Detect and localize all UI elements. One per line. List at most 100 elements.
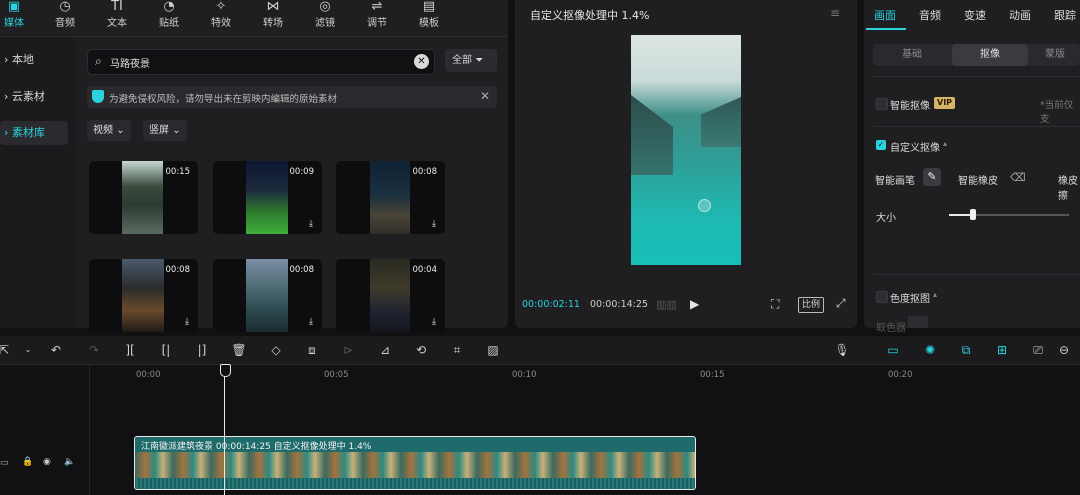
expand-icon[interactable]: ⤢ — [836, 296, 846, 311]
reverse-icon[interactable]: ⊳ — [340, 342, 356, 358]
size-slider-handle[interactable] — [970, 209, 976, 220]
download-icon[interactable]: ⤓ — [309, 219, 313, 229]
orientation-dropdown[interactable]: 竖屏 ⌄ — [143, 120, 187, 141]
tab-filter[interactable]: ◎ 滤镜 — [303, 0, 347, 36]
collapse-icon[interactable]: ▴ — [943, 139, 947, 148]
smart-cutout-hint: *当前仅支 — [1040, 100, 1074, 125]
side-nav-local[interactable]: › 本地 — [0, 48, 68, 72]
tab-text[interactable]: TI 文本 — [95, 0, 139, 36]
vip-badge: VIP — [934, 97, 956, 109]
tab-tracking[interactable]: 跟踪 — [1054, 7, 1076, 23]
playhead[interactable] — [224, 365, 225, 495]
tab-adjust[interactable]: ⇌ 调节 — [355, 0, 399, 36]
screen-icon[interactable]: ⎚ — [1030, 342, 1046, 358]
side-nav-cloud[interactable]: › 云素材 — [0, 85, 68, 109]
current-timecode: 00:00:02:11 — [522, 299, 580, 310]
download-icon[interactable]: ⤓ — [185, 317, 189, 327]
tab-right-audio[interactable]: 音频 — [919, 7, 941, 23]
ruler-tick: 00:00 — [136, 370, 161, 380]
media-card[interactable]: 00:08 ⤓ — [336, 161, 445, 234]
split-left-icon[interactable]: [| — [158, 342, 174, 358]
timeline-ruler[interactable] — [0, 365, 1080, 383]
media-card[interactable]: 00:04 ⤓ — [336, 259, 445, 332]
tab-sticker[interactable]: ◔ 贴纸 — [147, 0, 191, 36]
clear-search-button[interactable]: ✕ — [414, 54, 429, 69]
tab-animation[interactable]: 动画 — [1009, 7, 1031, 23]
mirror-icon[interactable]: ⊿ — [377, 342, 393, 358]
chroma-key-checkbox[interactable] — [876, 291, 888, 303]
template-icon: ▤ — [422, 0, 436, 14]
microphone-icon[interactable]: 🎙 — [834, 342, 850, 358]
divider — [873, 126, 1080, 127]
download-icon[interactable]: ⤓ — [309, 317, 313, 327]
ratio-button[interactable]: 比例 — [798, 297, 824, 313]
custom-cutout-checkbox[interactable]: ✓ — [876, 140, 886, 150]
fullscreen-fit-icon[interactable]: ⛶ — [771, 297, 779, 312]
tab-audio[interactable]: ◷ 音频 — [43, 0, 87, 36]
tab-effects[interactable]: ✧ 特效 — [199, 0, 243, 36]
rotate-icon[interactable]: ⟲ — [413, 342, 429, 358]
playhead-handle[interactable] — [220, 364, 231, 377]
sticker-icon: ◔ — [163, 0, 175, 14]
tab-speed[interactable]: 变速 — [964, 7, 986, 23]
eye-icon[interactable]: ◉ — [43, 457, 51, 467]
clip-label: 江南徽派建筑夜景 00:00:14:25 自定义抠像处理中 1.4% — [141, 442, 372, 452]
segment-mask[interactable]: 蒙版 — [1030, 44, 1080, 66]
segment-basic[interactable]: 基础 — [873, 44, 951, 66]
custom-cutout-label: 自定义抠像 — [890, 143, 940, 154]
play-button[interactable]: ▶ — [690, 297, 699, 311]
split-right-icon[interactable]: |] — [194, 342, 210, 358]
redo-icon[interactable]: ↷ — [86, 342, 102, 358]
tab-picture[interactable]: 画面 — [874, 7, 896, 23]
tab-media[interactable]: ▣ 媒体 — [0, 0, 36, 36]
waveform-icon[interactable]: ▥▥ — [656, 298, 677, 311]
lock-icon[interactable]: 🔒 — [22, 457, 33, 467]
color-swatch[interactable] — [908, 316, 928, 328]
chevron-right-icon: › — [4, 90, 12, 103]
smart-cutout-checkbox[interactable] — [876, 98, 888, 110]
chevron-down-icon[interactable]: ⌄ — [20, 342, 36, 358]
media-card[interactable]: 00:09 ⤓ — [213, 161, 322, 234]
video-clip[interactable]: 江南徽派建筑夜景 00:00:14:25 自定义抠像处理中 1.4% — [134, 436, 696, 490]
type-dropdown[interactable]: 视频 ⌄ — [87, 120, 131, 141]
select-tool-icon[interactable]: ⇱ — [0, 342, 12, 358]
smart-brush-button[interactable]: ✎ — [923, 168, 941, 186]
filter-all-button[interactable]: 全部 ⏷ — [445, 49, 497, 72]
download-icon[interactable]: ⤓ — [432, 219, 436, 229]
clip-filmstrip — [135, 452, 695, 478]
preview-title: 自定义抠像处理中 1.4% — [530, 9, 650, 22]
snap-icon[interactable]: ✺ — [920, 342, 940, 358]
zoom-out-icon[interactable]: ⊖ — [1056, 342, 1072, 358]
preview-video[interactable] — [631, 35, 741, 265]
cover-icon[interactable]: ▭ — [0, 458, 9, 468]
collapse-icon[interactable]: ▴ — [933, 290, 937, 299]
smart-eraser-icon[interactable]: ⌫ — [1010, 171, 1026, 184]
link-icon[interactable]: ⧉ — [956, 342, 976, 358]
speaker-icon[interactable]: 🔈 — [64, 457, 75, 467]
side-nav-library[interactable]: › 素材库 — [0, 121, 68, 145]
segment-cutout[interactable]: 抠像 — [952, 44, 1028, 66]
image-adjust-icon[interactable]: ▨ — [485, 342, 501, 358]
link-main-track-icon[interactable]: ▭ — [883, 342, 903, 358]
delete-icon[interactable]: 🗑 — [231, 342, 247, 358]
undo-icon[interactable]: ↶ — [48, 342, 64, 358]
tab-template[interactable]: ▤ 模板 — [407, 0, 451, 36]
media-card[interactable]: 00:15 — [89, 161, 198, 234]
freeze-frame-icon[interactable]: ⧈ — [304, 342, 320, 358]
tab-transition[interactable]: ⋈ 转场 — [251, 0, 295, 36]
divider — [873, 274, 1080, 275]
ruler-tick: 00:15 — [700, 370, 725, 380]
preview-axis-icon[interactable]: ⊞ — [992, 342, 1012, 358]
search-input[interactable]: ⌕ 马路夜景 ✕ — [87, 49, 435, 75]
close-notice-button[interactable]: ✕ — [480, 89, 490, 103]
download-icon[interactable]: ⤓ — [432, 317, 436, 327]
media-card[interactable]: 00:08 ⤓ — [213, 259, 322, 332]
media-icon: ▣ — [7, 0, 21, 14]
clip-waveform — [135, 478, 695, 489]
menu-icon[interactable]: ≡ — [830, 6, 840, 20]
marker-icon[interactable]: ◇ — [268, 342, 284, 358]
split-icon[interactable]: ][ — [122, 342, 138, 358]
media-card[interactable]: 00:08 ⤓ — [89, 259, 198, 332]
crop-icon[interactable]: ⌗ — [449, 342, 465, 358]
video-thumbnail — [370, 161, 410, 234]
